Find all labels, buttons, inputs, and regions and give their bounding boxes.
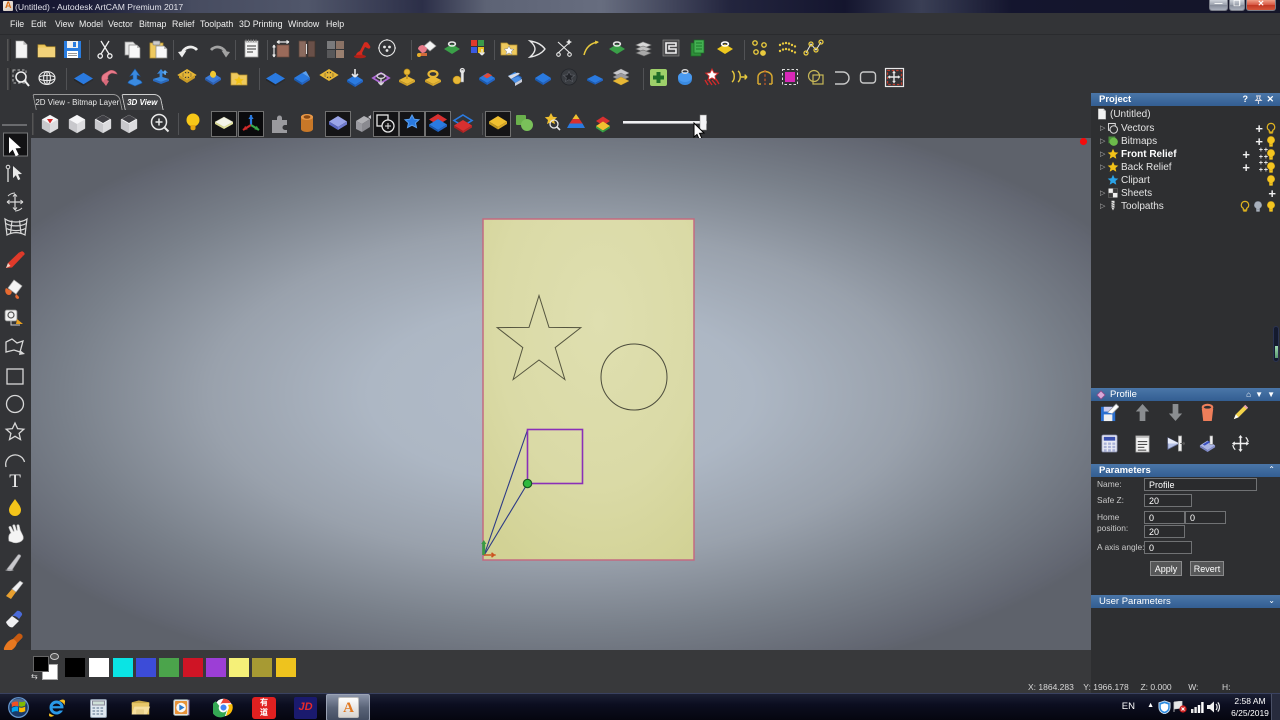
svg-text:T: T: [9, 471, 21, 492]
